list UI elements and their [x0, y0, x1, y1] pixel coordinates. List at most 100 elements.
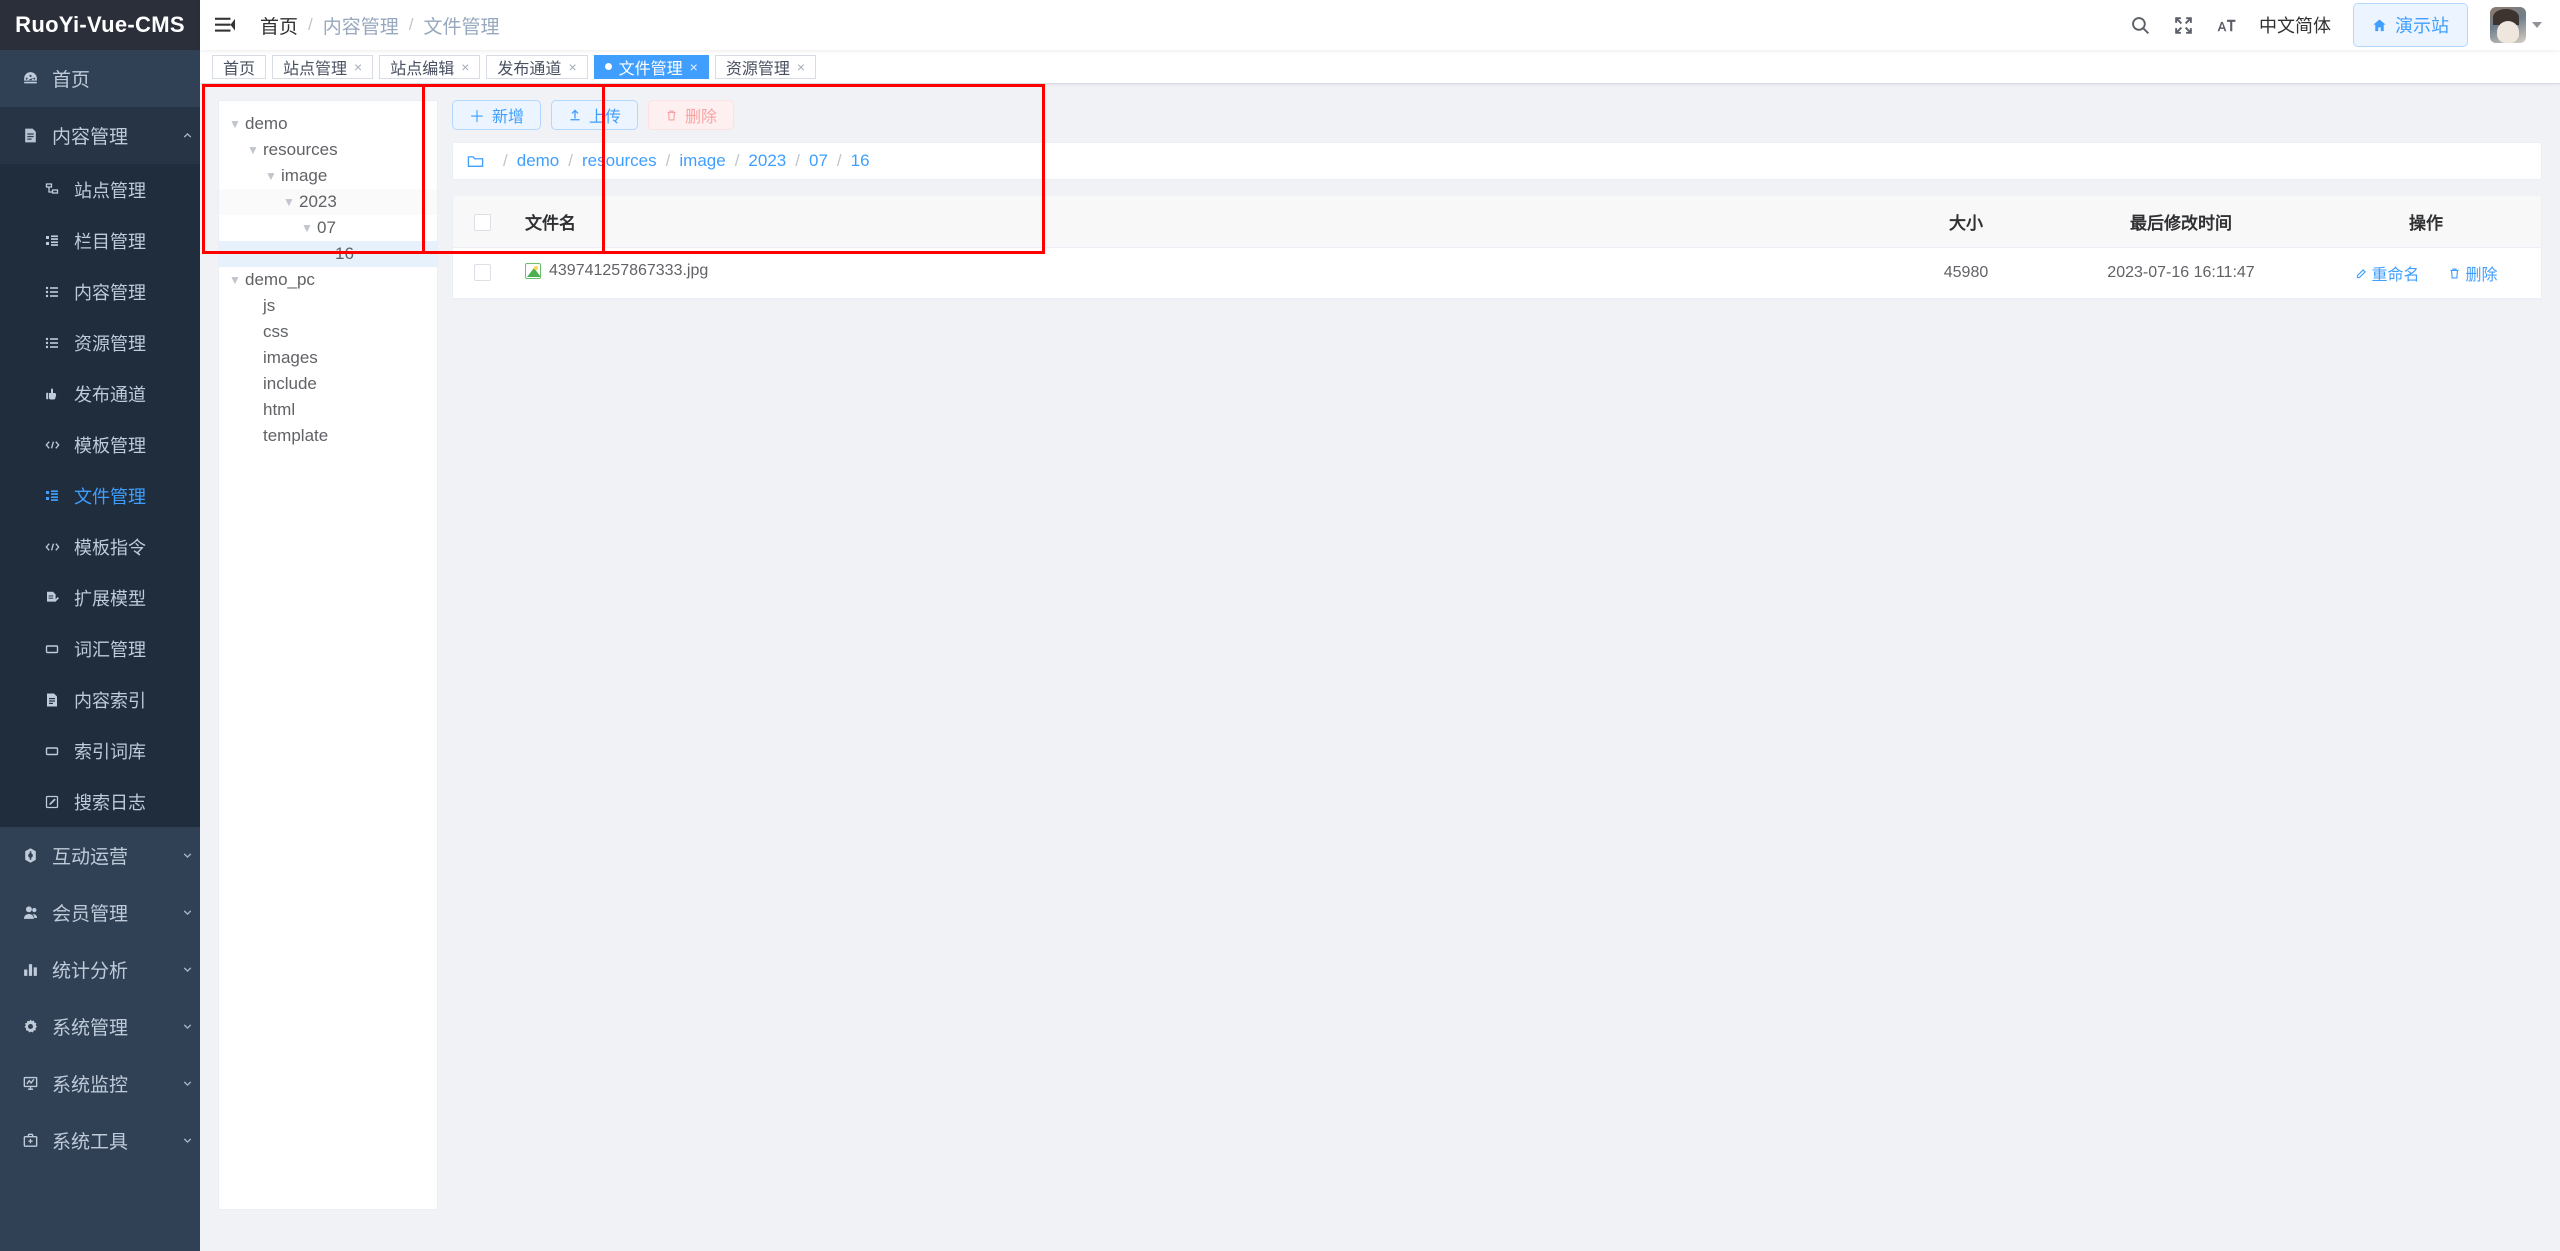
- sidebar-item-label: 搜索日志: [74, 792, 146, 813]
- caret-down-icon[interactable]: ▼: [297, 221, 317, 235]
- tab-file-manage[interactable]: 文件管理 ×: [593, 54, 709, 79]
- breadcrumb-item-home[interactable]: 首页: [260, 12, 298, 39]
- sidebar-item-site-manage[interactable]: 站点管理: [0, 164, 200, 215]
- home-icon: [2372, 18, 2387, 33]
- tree-node[interactable]: ▼ html: [219, 397, 437, 423]
- sidebar-item-content-manage[interactable]: 内容管理: [0, 266, 200, 317]
- sidebar-group-label: 会员管理: [52, 904, 129, 925]
- table-row[interactable]: 439741257867333.jpg 45980 2023-07-16 16:…: [453, 247, 2541, 299]
- trash-icon: [2448, 267, 2461, 280]
- sidebar-item-label: 站点管理: [74, 180, 146, 201]
- list-icon: [44, 335, 74, 351]
- sidebar-item-vocabulary-manage[interactable]: 词汇管理: [0, 623, 200, 674]
- tree-node[interactable]: ▼ images: [219, 345, 437, 371]
- tree-node[interactable]: ▼ css: [219, 319, 437, 345]
- path-segment[interactable]: image: [679, 151, 725, 171]
- sidebar-item-resource-manage[interactable]: 资源管理: [0, 317, 200, 368]
- sidebar-group-system[interactable]: 系统管理: [0, 998, 200, 1055]
- tree-node[interactable]: ▼ 2023: [219, 189, 437, 215]
- close-icon[interactable]: ×: [568, 60, 576, 74]
- sidebar-item-extend-model[interactable]: 扩展模型: [0, 572, 200, 623]
- sidebar-item-template-manage[interactable]: 模板管理: [0, 419, 200, 470]
- tab-publish-channel[interactable]: 发布通道 ×: [486, 54, 588, 79]
- delete-action[interactable]: 删除: [2448, 261, 2497, 285]
- column-header-name: 文件名: [511, 196, 1881, 248]
- tree-node[interactable]: ▼ template: [219, 423, 437, 449]
- document-icon: [44, 692, 74, 708]
- sidebar-item-content-index[interactable]: 内容索引: [0, 674, 200, 725]
- caret-down-icon[interactable]: ▼: [279, 195, 299, 209]
- close-icon[interactable]: ×: [797, 60, 805, 74]
- gear-icon: [22, 1018, 52, 1035]
- sidebar-group-content[interactable]: 内容管理: [0, 107, 200, 164]
- tab-site-edit[interactable]: 站点编辑 ×: [379, 54, 481, 79]
- tab-home[interactable]: 首页: [212, 54, 267, 79]
- fullscreen-icon[interactable]: [2173, 15, 2194, 36]
- select-all-checkbox[interactable]: [473, 213, 491, 231]
- top-navbar: 首页 / 内容管理 / 文件管理 中文简体 演示站: [200, 0, 2560, 50]
- breadcrumb-separator: /: [408, 15, 414, 34]
- tree-node[interactable]: ▼ demo: [219, 111, 437, 137]
- sidebar-group-tools[interactable]: 系统工具: [0, 1112, 200, 1169]
- language-selector[interactable]: 中文简体: [2259, 12, 2331, 38]
- delete-button[interactable]: 删除: [648, 100, 735, 130]
- sidebar-item-index-lexicon[interactable]: 索引词库: [0, 725, 200, 776]
- sidebar-item-publish-channel[interactable]: 发布通道: [0, 368, 200, 419]
- caret-down-icon[interactable]: ▼: [243, 143, 263, 157]
- caret-down-icon[interactable]: ▼: [225, 273, 245, 287]
- close-icon[interactable]: ×: [354, 60, 362, 74]
- user-icon: [22, 904, 52, 921]
- sidebar-item-label: 索引词库: [74, 741, 146, 762]
- breadcrumb-item-content[interactable]: 内容管理: [323, 12, 399, 39]
- add-button-label: 新增: [492, 109, 525, 126]
- tree-node-selected[interactable]: ▼ 16: [219, 241, 437, 267]
- tab-site-manage[interactable]: 站点管理 ×: [272, 54, 374, 79]
- row-checkbox[interactable]: [473, 264, 491, 282]
- path-segment[interactable]: resources: [582, 151, 657, 171]
- sidebar-item-label: 首页: [52, 70, 91, 91]
- path-segment[interactable]: 07: [809, 151, 828, 171]
- sidebar-submenu-content: 站点管理 栏目管理 内容管理 资源管理 发布通道 模板管理 文件管理 模板指令 …: [0, 164, 200, 827]
- tree-node[interactable]: ▼ 07: [219, 215, 437, 241]
- tree-node[interactable]: ▼ resources: [219, 137, 437, 163]
- code-icon: [44, 539, 74, 555]
- sidebar-item-file-manage[interactable]: 文件管理: [0, 470, 200, 521]
- tree-node[interactable]: ▼ include: [219, 371, 437, 397]
- font-size-icon[interactable]: [2216, 15, 2237, 36]
- search-icon[interactable]: [2130, 15, 2151, 36]
- path-segment[interactable]: 2023: [748, 151, 786, 171]
- tree-node[interactable]: ▼ demo_pc: [219, 267, 437, 293]
- tree-node[interactable]: ▼ js: [219, 293, 437, 319]
- tab-resource-manage[interactable]: 资源管理 ×: [714, 54, 817, 79]
- sidebar-item-label: 资源管理: [74, 333, 146, 354]
- tree-icon: [44, 233, 74, 249]
- sidebar-item-template-directive[interactable]: 模板指令: [0, 521, 200, 572]
- tree-node[interactable]: ▼ image: [219, 163, 437, 189]
- close-icon[interactable]: ×: [461, 60, 469, 74]
- sidebar-group-monitor[interactable]: 系统监控: [0, 1055, 200, 1112]
- sidebar-group-statistics[interactable]: 统计分析: [0, 941, 200, 998]
- rename-action[interactable]: 重命名: [2355, 261, 2420, 285]
- sidebar-item-home[interactable]: 首页: [0, 50, 200, 107]
- sidebar-group-label: 系统工具: [52, 1132, 129, 1153]
- demo-site-button[interactable]: 演示站: [2353, 3, 2468, 47]
- caret-down-icon[interactable]: ▼: [225, 117, 245, 131]
- sidebar-group-member[interactable]: 会员管理: [0, 884, 200, 941]
- close-icon[interactable]: ×: [690, 60, 698, 74]
- tab-label: 发布通道: [497, 60, 562, 78]
- path-segment[interactable]: demo: [517, 151, 560, 171]
- hamburger-icon[interactable]: [214, 15, 246, 35]
- path-segment[interactable]: 16: [851, 151, 870, 171]
- chevron-down-icon: [2532, 22, 2542, 28]
- upload-button[interactable]: 上传: [551, 100, 639, 130]
- tree-node-label: demo_pc: [245, 270, 315, 289]
- folder-icon[interactable]: [467, 154, 484, 169]
- avatar[interactable]: [2490, 7, 2542, 43]
- sidebar-item-search-log[interactable]: 搜索日志: [0, 776, 200, 827]
- sidebar-group-interaction[interactable]: 互动运营: [0, 827, 200, 884]
- add-button[interactable]: ＋ 新增: [452, 100, 542, 130]
- sidebar-item-column-manage[interactable]: 栏目管理: [0, 215, 200, 266]
- caret-down-icon[interactable]: ▼: [261, 169, 281, 183]
- square-icon: [44, 641, 74, 657]
- tree-node-label: 16: [335, 244, 354, 263]
